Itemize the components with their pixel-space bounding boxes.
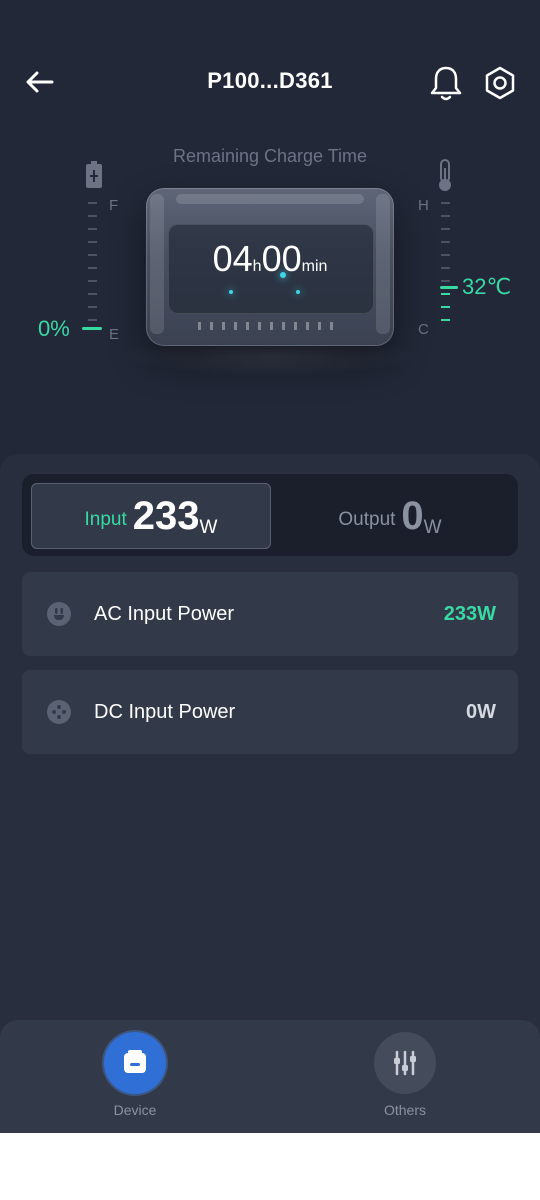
gauge-tick xyxy=(88,202,97,204)
hex-gear-icon xyxy=(485,66,515,100)
io-tabs: Input 233W Output 0W xyxy=(22,474,518,556)
gauge-tick xyxy=(88,254,97,256)
nav-device[interactable]: Device xyxy=(75,1032,195,1118)
header: P100...D361 xyxy=(0,50,540,116)
temperature-value: 32℃ xyxy=(462,274,512,299)
dc-input-row[interactable]: DC Input Power 0W xyxy=(22,670,518,754)
gauge-tick xyxy=(88,319,97,321)
battery-gauge xyxy=(88,202,102,332)
gauge-tick xyxy=(88,293,97,295)
ac-plug-icon xyxy=(47,602,71,626)
gauge-tick xyxy=(441,280,450,282)
gauge-tick xyxy=(441,228,450,230)
timer-minutes: 00 xyxy=(261,238,302,279)
gauge-tick xyxy=(441,319,450,321)
timer-minutes-unit: min xyxy=(301,258,328,275)
tab-output-value: 0 xyxy=(401,494,424,538)
nav-device-label: Device xyxy=(113,1102,157,1118)
gauge-tick xyxy=(441,293,450,295)
glow-dot xyxy=(229,290,233,294)
battery-percent: 0% xyxy=(38,316,70,341)
ac-input-value: 233W xyxy=(443,603,496,625)
gauge-empty-label: E xyxy=(109,326,120,343)
tab-output-label: Output xyxy=(338,509,396,530)
app-screen: P100...D361 Remaining Charge Time F E H … xyxy=(0,0,540,1133)
gauge-tick xyxy=(88,280,97,282)
dc-plug-icon xyxy=(47,700,71,724)
sliders-icon xyxy=(394,1050,416,1076)
gauge-full-label: F xyxy=(109,197,119,214)
gauge-tick xyxy=(441,267,450,269)
tab-input-label: Input xyxy=(84,509,127,530)
gauge-hot-label: H xyxy=(418,197,429,214)
nav-device-circle xyxy=(104,1032,166,1094)
gauge-tick xyxy=(88,241,97,243)
ac-input-label: AC Input Power xyxy=(94,603,235,625)
battery-icon xyxy=(86,161,102,188)
tab-input-value: 233 xyxy=(132,494,200,538)
tab-output-unit: W xyxy=(423,517,442,538)
gauge-cold-label: C xyxy=(418,321,429,338)
gauge-tick xyxy=(441,306,450,308)
tab-input[interactable]: Input 233W xyxy=(31,483,271,549)
nav-others-circle xyxy=(374,1032,436,1094)
dc-input-value: 0W xyxy=(466,701,496,723)
thermometer-icon xyxy=(439,159,451,191)
device-hero: Remaining Charge Time F E H C 0% 32℃ 04h… xyxy=(0,140,540,440)
gauge-tick xyxy=(88,215,97,217)
gauge-tick xyxy=(88,228,97,230)
bell-icon xyxy=(430,66,462,101)
remaining-charge-label: Remaining Charge Time xyxy=(172,146,368,166)
glow-dot xyxy=(296,290,300,294)
gauge-tick xyxy=(441,254,450,256)
nav-others[interactable]: Others xyxy=(345,1032,465,1118)
notifications-button[interactable] xyxy=(428,64,464,102)
timer-hours: 04 xyxy=(212,238,253,279)
device-icon xyxy=(124,1050,146,1073)
gauge-tick xyxy=(441,202,450,204)
temperature-gauge xyxy=(441,202,455,332)
device-handle-bar xyxy=(176,194,364,204)
gauge-tick xyxy=(88,306,97,308)
gauge-tick xyxy=(88,267,97,269)
charge-timer: 04h00min xyxy=(146,238,394,280)
tab-input-unit: W xyxy=(199,517,218,538)
battery-level-indicator xyxy=(82,327,102,330)
nav-others-label: Others xyxy=(383,1102,426,1118)
settings-button[interactable] xyxy=(482,64,518,102)
temperature-indicator xyxy=(440,286,458,289)
tab-output[interactable]: Output 0W xyxy=(271,483,509,549)
timer-hours-unit: h xyxy=(252,258,262,275)
gauge-tick xyxy=(441,241,450,243)
ac-input-row[interactable]: AC Input Power 233W xyxy=(22,572,518,656)
gauge-tick xyxy=(441,215,450,217)
bottom-nav: Device Others xyxy=(0,1020,540,1133)
dc-input-label: DC Input Power xyxy=(94,701,236,723)
device-grill xyxy=(198,322,342,330)
